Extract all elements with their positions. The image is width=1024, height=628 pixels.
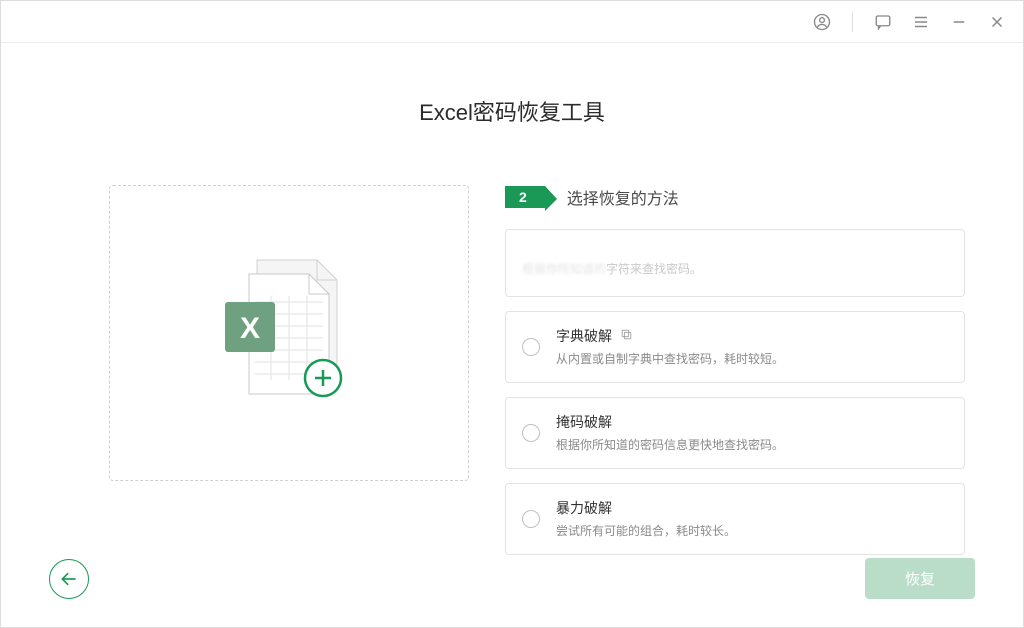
minimize-icon[interactable] <box>949 12 969 32</box>
radio-icon <box>522 510 540 528</box>
excel-file-icon: X <box>219 258 359 408</box>
method-3-title: 暴力破解 <box>556 498 612 518</box>
main-content: X 2 选择恢复的方法 根据你所知道的字符来查找密码。 <box>1 185 1023 569</box>
method-option-mask[interactable]: 掩码破解 根据你所知道的密码信息更快地查找密码。 <box>505 397 965 469</box>
separator <box>852 12 853 32</box>
radio-icon <box>522 424 540 442</box>
method-option-0[interactable]: 根据你所知道的字符来查找密码。 <box>505 229 965 297</box>
svg-text:X: X <box>240 312 260 345</box>
method-2-desc: 根据你所知道的密码信息更快地查找密码。 <box>556 436 948 454</box>
method-option-dictionary[interactable]: 字典破解 从内置或自制字典中查找密码，耗时较短。 <box>505 311 965 383</box>
method-1-title: 字典破解 <box>556 326 612 346</box>
method-2-title: 掩码破解 <box>556 412 612 432</box>
recover-button[interactable]: 恢复 <box>865 558 975 599</box>
file-drop-zone[interactable]: X <box>109 185 469 481</box>
method-option-bruteforce[interactable]: 暴力破解 尝试所有可能的组合，耗时较长。 <box>505 483 965 555</box>
method-1-desc: 从内置或自制字典中查找密码，耗时较短。 <box>556 350 948 368</box>
method-0-desc: 根据你所知道的字符来查找密码。 <box>522 260 948 278</box>
close-icon[interactable] <box>987 12 1007 32</box>
step-header: 2 选择恢复的方法 <box>505 185 965 209</box>
radio-icon <box>522 338 540 356</box>
step-badge: 2 <box>505 186 545 208</box>
titlebar <box>1 1 1023 43</box>
footer: 恢复 <box>1 558 1023 599</box>
menu-icon[interactable] <box>911 12 931 32</box>
page-title: Excel密码恢复工具 <box>1 95 1023 127</box>
copy-icon <box>620 328 633 344</box>
back-button[interactable] <box>49 559 89 599</box>
user-icon[interactable] <box>812 12 832 32</box>
method-3-desc: 尝试所有可能的组合，耗时较长。 <box>556 522 948 540</box>
step-title: 选择恢复的方法 <box>567 185 679 209</box>
feedback-icon[interactable] <box>873 12 893 32</box>
